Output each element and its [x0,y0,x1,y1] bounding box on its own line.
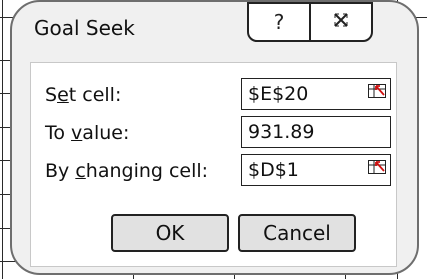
close-icon [332,10,350,34]
title-bar[interactable]: Goal Seek ? [12,2,417,60]
cancel-button[interactable]: Cancel [238,214,356,252]
changing-cell-label: By changing cell: [45,160,209,182]
dialog-title: Goal Seek [34,16,135,40]
range-selector-icon[interactable] [368,83,386,98]
range-selector-icon[interactable] [368,159,386,174]
to-value-value: 931.89 [248,121,315,143]
grid-line [2,0,3,279]
changing-cell-value: $D$1 [248,159,299,181]
to-value-input[interactable]: 931.89 [241,116,391,148]
dialog-body: Set cell: $E$20 To value: 931.89 By chan… [30,62,397,267]
question-icon: ? [273,10,285,34]
changing-cell-row: By changing cell: $D$1 [31,154,396,188]
changing-cell-input[interactable]: $D$1 [241,154,391,186]
help-button[interactable]: ? [247,2,311,42]
set-cell-label: Set cell: [45,84,122,106]
set-cell-value: $E$20 [248,83,309,105]
goal-seek-dialog: Goal Seek ? Set cell: $E$20 To value: 93… [10,0,419,275]
set-cell-row: Set cell: $E$20 [31,78,396,112]
close-button[interactable] [309,2,373,42]
to-value-row: To value: 931.89 [31,116,396,150]
ok-button[interactable]: OK [111,214,229,252]
to-value-label: To value: [45,122,130,144]
set-cell-input[interactable]: $E$20 [241,78,391,110]
